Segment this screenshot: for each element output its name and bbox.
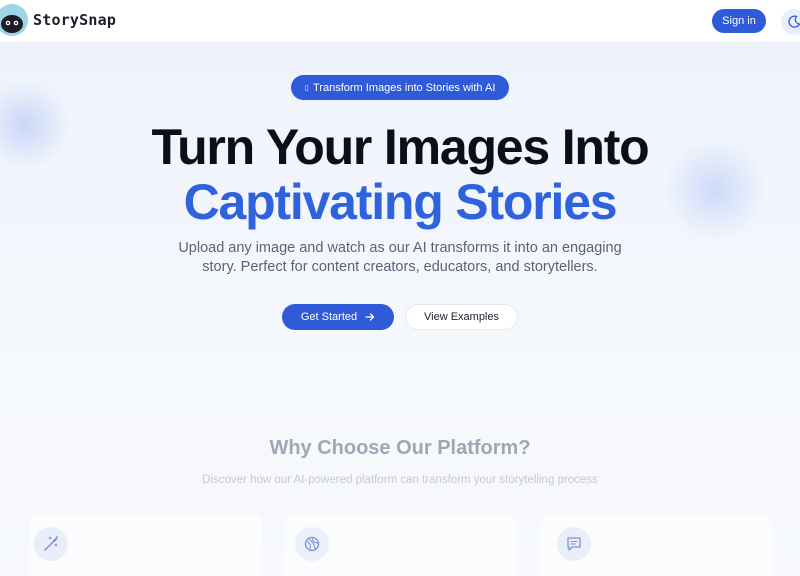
get-started-button[interactable]: Get Started xyxy=(282,304,394,330)
brand-name[interactable]: StorySnap xyxy=(33,11,116,29)
globe-icon xyxy=(295,527,329,561)
pill-text: Transform Images into Stories with AI xyxy=(313,81,496,94)
get-started-label: Get Started xyxy=(300,311,358,323)
view-examples-button[interactable]: View Examples xyxy=(405,304,518,330)
chat-icon xyxy=(557,527,591,561)
features-title: Why Choose Our Platform? xyxy=(269,437,531,459)
feature-card xyxy=(30,515,262,576)
hero-title-line2: Captivating Stories xyxy=(183,174,618,230)
feature-card xyxy=(285,515,517,576)
top-navbar: StorySnap Sign in xyxy=(0,0,800,43)
hero-title-line1: Turn Your Images Into xyxy=(151,119,649,175)
storysnap-logo-icon[interactable] xyxy=(0,4,28,36)
hero-subtitle-line1: Upload any image and watch as our AI tra… xyxy=(178,240,622,256)
hero-subtitle: Upload any image and watch as our AI tra… xyxy=(150,239,650,277)
feature-card xyxy=(540,515,772,576)
sparkle-icon: ▯ xyxy=(304,83,309,92)
hero-subtitle-line2: story. Perfect for content creators, edu… xyxy=(202,259,598,275)
feature-pill-badge: ▯ Transform Images into Stories with AI xyxy=(291,75,509,100)
magic-wand-icon xyxy=(34,527,68,561)
moon-icon xyxy=(788,15,800,28)
arrow-right-icon xyxy=(365,313,375,321)
features-subtitle: Discover how our AI-powered platform can… xyxy=(202,474,598,486)
theme-toggle-button[interactable] xyxy=(781,9,800,35)
sign-in-button[interactable]: Sign in xyxy=(712,9,766,33)
